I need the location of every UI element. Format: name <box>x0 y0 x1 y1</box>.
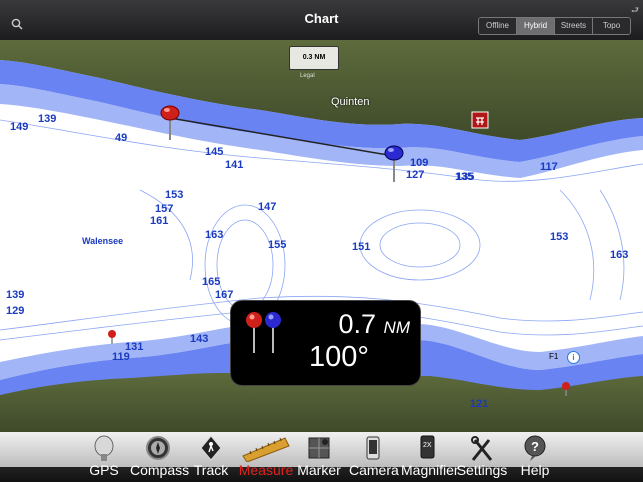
depth-label: 49 <box>115 132 127 144</box>
toolbar-measure[interactable]: Measure <box>237 432 295 482</box>
toolbar-magnifier[interactable]: 2X Magnifier <box>401 432 459 482</box>
depth-label: 157 <box>155 203 173 215</box>
map-type-hybrid[interactable]: Hybrid <box>517 18 555 34</box>
depth-label: 167 <box>215 289 233 301</box>
track-sign-icon <box>200 435 222 461</box>
toolbar-gps[interactable]: GPS <box>86 432 122 482</box>
depth-label: 131 <box>125 341 143 353</box>
toolbar-label: GPS <box>89 462 119 478</box>
depth-label: 143 <box>190 333 208 345</box>
svg-text:?: ? <box>531 439 539 454</box>
depth-label: 139 <box>6 289 24 301</box>
toolbar-settings[interactable]: Settings <box>455 432 509 482</box>
toolbar-track[interactable]: Track <box>193 432 229 482</box>
depth-label: 139 <box>38 113 56 125</box>
depth-label: 151 <box>352 241 370 253</box>
depth-label: 161 <box>150 215 168 227</box>
depth-label: 153 <box>550 231 568 243</box>
toolbar-label: Measure <box>238 462 294 478</box>
map-type-streets[interactable]: Streets <box>555 18 593 34</box>
lake-label: Walensee <box>82 236 124 246</box>
navigation-bar: Chart ⮐ Offline Hybrid Streets Topo <box>0 0 643 41</box>
toolbar-label: Compass <box>130 462 190 478</box>
depth-label: 155 <box>268 239 286 251</box>
depth-label: 135 <box>456 171 474 183</box>
measure-distance: 0.7 NM <box>338 309 410 340</box>
toolbar-label: Track <box>193 462 229 478</box>
depth-label: 117 <box>540 161 558 173</box>
depth-label: 153 <box>165 189 183 201</box>
toolbar-label: Marker <box>297 462 341 478</box>
compass-icon <box>146 436 170 460</box>
map-type-offline[interactable]: Offline <box>479 18 517 34</box>
toolbar-compass[interactable]: Compass <box>130 432 190 482</box>
depth-label: 109 <box>410 157 428 169</box>
depth-label: 129 <box>6 305 24 317</box>
ruler-icon <box>242 437 290 462</box>
depth-label: 163 <box>610 249 628 261</box>
toolbar-label: Help <box>520 462 550 478</box>
restaurant-poi-icon[interactable] <box>471 111 489 129</box>
settings-tools-icon <box>471 436 493 461</box>
toolbar-label: Magnifier <box>401 462 459 478</box>
depth-label: 145 <box>205 146 223 158</box>
back-arrow-icon[interactable]: ⮐ <box>631 3 639 19</box>
svg-text:2X: 2X <box>423 442 432 449</box>
depth-label: 147 <box>258 201 276 213</box>
toolbar-help[interactable]: ? Help <box>517 432 553 482</box>
magnifier-icon: 2X <box>420 435 435 459</box>
marker-grid-icon <box>308 437 330 459</box>
toolbar-camera[interactable]: Camera <box>349 432 399 482</box>
scale-sub-label: Legal <box>300 73 315 79</box>
town-label: Quinten <box>331 96 370 108</box>
bottom-toolbar: GPS Compass Track Measure Marker Camera … <box>0 432 643 482</box>
camera-icon <box>366 436 380 460</box>
toolbar-label: Camera <box>349 462 399 478</box>
distance-value: 0.7 <box>338 309 377 339</box>
toolbar-marker[interactable]: Marker <box>297 432 341 482</box>
depth-label: 127 <box>406 169 424 181</box>
gps-dish-icon <box>94 435 114 461</box>
measure-bearing: 100° <box>309 341 369 373</box>
depth-label: 165 <box>202 276 220 288</box>
depth-label: 163 <box>205 229 223 241</box>
map-type-topo[interactable]: Topo <box>593 18 630 34</box>
depth-label: 149 <box>10 121 28 133</box>
distance-unit: NM <box>383 318 410 337</box>
depth-label: 141 <box>225 159 243 171</box>
map-type-segmented-control: Offline Hybrid Streets Topo <box>478 17 631 35</box>
depth-label: 121 <box>470 398 488 410</box>
toolbar-label: Settings <box>456 462 508 478</box>
info-icon[interactable]: i <box>567 351 580 364</box>
marker-label: F1 <box>549 352 559 361</box>
measure-pins-icon <box>246 312 281 353</box>
scale-bar: 0.3 NM <box>289 46 339 70</box>
help-bubble-icon: ? <box>524 435 546 461</box>
measure-result-panel: 0.7 NM 100° <box>230 300 421 386</box>
